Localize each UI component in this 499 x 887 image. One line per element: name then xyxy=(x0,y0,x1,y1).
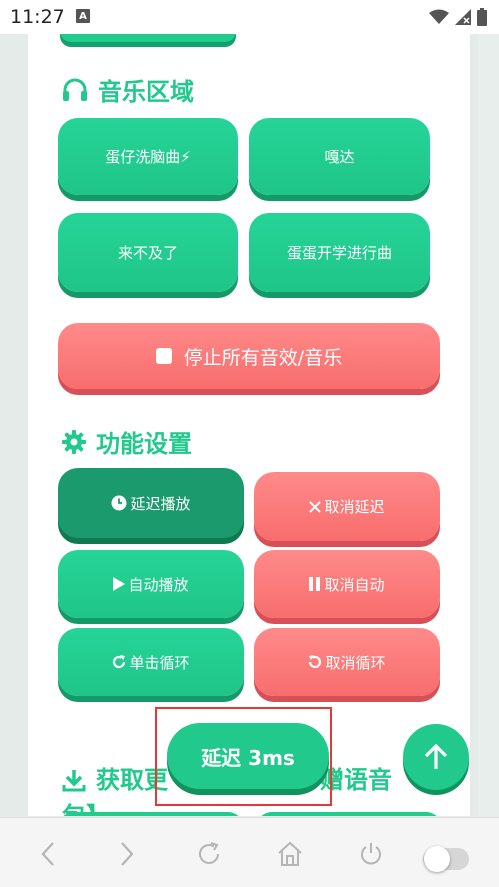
play-icon xyxy=(113,577,126,591)
stop-all-label: 停止所有音效/音乐 xyxy=(183,346,343,369)
music-title-text: 音乐区域 xyxy=(98,78,194,106)
cancel-delay-label: 取消延迟 xyxy=(324,498,385,516)
toggle-knob[interactable] xyxy=(424,846,450,872)
settings-title-text: 功能设置 xyxy=(96,430,192,458)
battery-icon xyxy=(477,8,487,26)
auto-play-button[interactable]: 自动播放 xyxy=(58,550,244,618)
delay-toast-text: 延迟 3ms xyxy=(201,745,295,770)
single-loop-label: 单击循环 xyxy=(129,653,190,672)
auto-play-label: 自动播放 xyxy=(128,575,189,594)
music-button-2-label: 嘎达 xyxy=(324,148,355,166)
stop-all-button[interactable]: 停止所有音效/音乐 xyxy=(58,323,440,389)
delay-toast: 延迟 3ms xyxy=(167,723,329,789)
music-button-4-label: 蛋蛋开学进行曲 xyxy=(286,244,392,262)
browser-nav-bar xyxy=(0,817,499,887)
reload-icon xyxy=(199,842,219,864)
reload-button[interactable] xyxy=(193,838,225,870)
next-button-fragment-right[interactable] xyxy=(256,812,442,816)
music-button-2[interactable]: 嘎达 xyxy=(249,118,430,195)
power-icon xyxy=(361,843,381,865)
music-button-1[interactable]: 蛋仔洗脑曲⚡ xyxy=(58,118,238,195)
clock-icon xyxy=(111,495,127,511)
chevron-right-icon xyxy=(121,842,134,866)
single-loop-button[interactable]: 单击循环 xyxy=(58,628,244,696)
download-title-part1: 获取更 xyxy=(96,766,168,794)
scroll-top-button[interactable] xyxy=(403,724,469,790)
notification-icon: A xyxy=(76,9,90,23)
back-button[interactable] xyxy=(32,838,64,870)
delay-play-label: 延迟播放 xyxy=(130,494,191,513)
undo-icon xyxy=(308,655,322,669)
cancel-auto-button[interactable]: 取消自动 xyxy=(254,550,440,618)
page-gutter xyxy=(478,34,499,816)
stop-icon xyxy=(155,348,172,364)
status-time: 11:27 xyxy=(10,6,65,28)
cancel-loop-label: 取消循环 xyxy=(325,653,386,672)
next-button-fragment-left[interactable] xyxy=(58,812,244,816)
cancel-loop-button[interactable]: 取消循环 xyxy=(254,628,440,696)
gear-icon xyxy=(62,429,86,454)
signal-icon xyxy=(455,9,471,25)
delay-play-button[interactable]: 延迟播放 xyxy=(58,468,244,538)
home-button[interactable] xyxy=(274,838,306,870)
music-button-3[interactable]: 来不及了 xyxy=(58,213,238,292)
arrow-up-icon xyxy=(424,743,448,769)
cancel-delay-button[interactable]: 取消延迟 xyxy=(254,472,440,541)
home-icon xyxy=(278,841,302,866)
headphones-icon xyxy=(63,78,87,101)
music-button-1-label: 蛋仔洗脑曲⚡ xyxy=(105,148,191,166)
mode-toggle[interactable] xyxy=(423,846,469,872)
redo-icon xyxy=(112,655,126,669)
pause-icon xyxy=(309,577,321,591)
chevron-left-icon xyxy=(41,842,54,866)
music-button-3-label: 来不及了 xyxy=(117,244,178,262)
cancel-auto-label: 取消自动 xyxy=(324,575,385,594)
music-button-4[interactable]: 蛋蛋开学进行曲 xyxy=(249,213,430,292)
music-section-title: 音乐区域 xyxy=(62,72,194,107)
power-button[interactable] xyxy=(355,838,387,870)
download-icon xyxy=(62,770,86,792)
settings-section-title: 功能设置 xyxy=(62,424,192,459)
close-icon xyxy=(309,500,322,513)
status-bar: 11:27 A xyxy=(0,0,499,34)
download-title-part2: 赠语音 xyxy=(320,766,392,794)
previous-button-fragment[interactable] xyxy=(60,34,236,42)
content-panel[interactable]: 音乐区域 蛋仔洗脑曲⚡ 嘎达 来不及了 蛋蛋开学进行曲 停止所有音效/音乐 功能… xyxy=(28,34,470,816)
wifi-icon xyxy=(429,9,449,24)
status-icons xyxy=(429,8,487,26)
forward-button[interactable] xyxy=(111,838,143,870)
